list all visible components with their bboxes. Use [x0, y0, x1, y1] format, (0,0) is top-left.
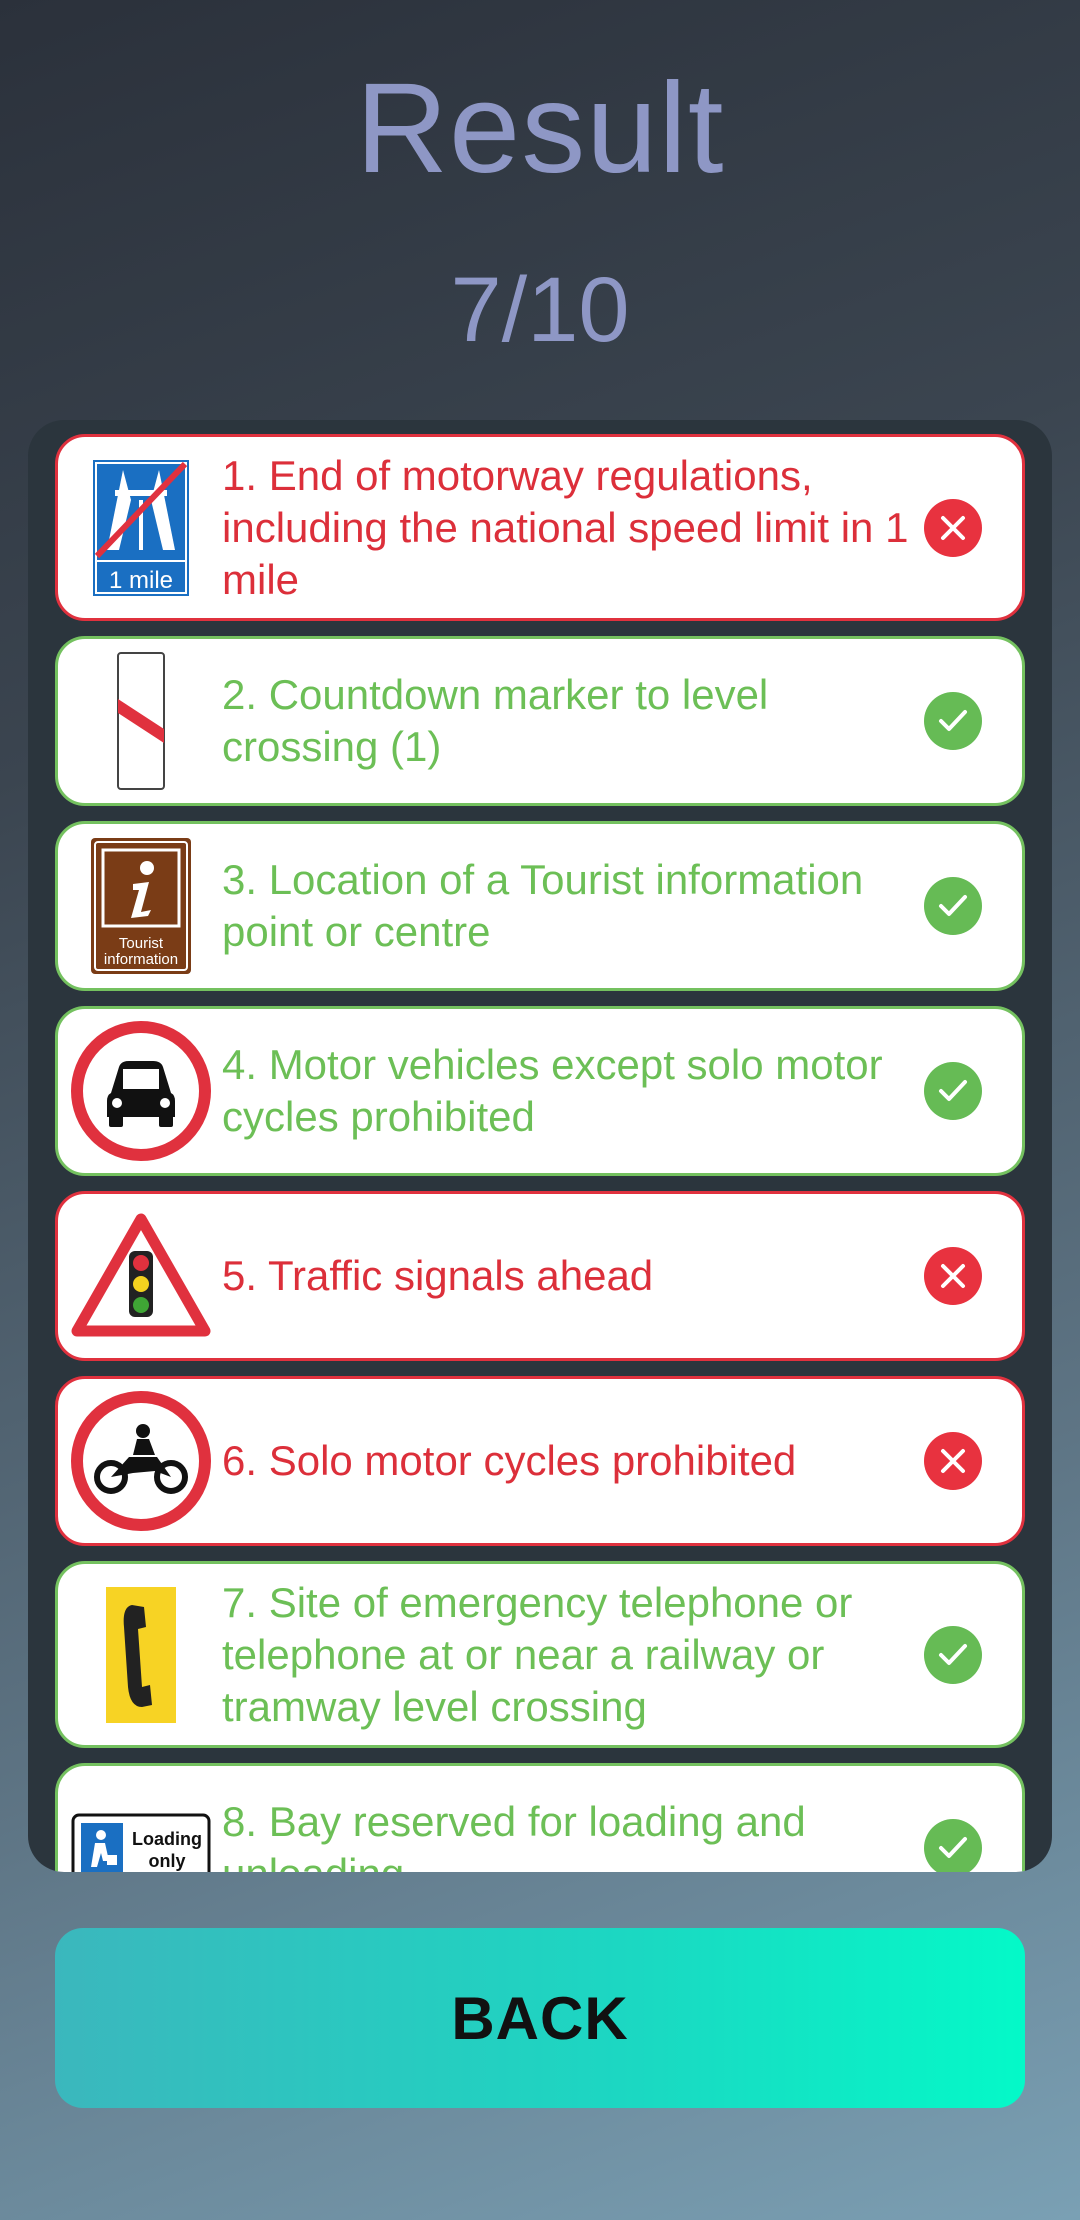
result-card-5: 5. Traffic signals ahead: [55, 1191, 1025, 1361]
result-label: 8. Bay reserved for loading and unloadin…: [222, 1798, 806, 1872]
no-motor-vehicles-sign-icon: [70, 1020, 212, 1162]
page-title: Result: [355, 57, 725, 200]
result-label: 5. Traffic signals ahead: [222, 1252, 654, 1299]
result-label: 6. Solo motor cycles prohibited: [222, 1437, 797, 1484]
back-button[interactable]: BACK: [55, 1928, 1025, 2108]
wrong-icon: [924, 1247, 982, 1305]
sign-text: 1 mile: [109, 567, 173, 594]
svg-text:Tourist: Tourist: [119, 935, 164, 952]
result-label: 4. Motor vehicles except solo motor cycl…: [222, 1041, 883, 1140]
check-icon: [924, 1062, 982, 1120]
end-of-motorway-sign-icon: 1 mile: [70, 457, 212, 599]
result-card-1: 1 mile 1. End of motorway regulations, i…: [55, 434, 1025, 621]
traffic-signals-ahead-sign-icon: [70, 1205, 212, 1347]
result-card-7: 7. Site of emergency telephone or teleph…: [55, 1561, 1025, 1748]
result-card-4: 4. Motor vehicles except solo motor cycl…: [55, 1006, 1025, 1176]
result-label: 1. End of motorway regulations, includin…: [222, 451, 909, 603]
result-label: 7. Site of emergency telephone or teleph…: [222, 1578, 853, 1730]
results-list-panel[interactable]: 1 mile 1. End of motorway regulations, i…: [28, 420, 1052, 1872]
check-icon: [924, 692, 982, 750]
score-text: 7/10: [450, 259, 630, 361]
result-card-2: 2. Countdown marker to level crossing (1…: [55, 636, 1025, 806]
result-card-3: Tourist information 3. Location of a Tou…: [55, 821, 1025, 991]
result-card-6: 6. Solo motor cycles prohibited: [55, 1376, 1025, 1546]
check-icon: [924, 877, 982, 935]
check-icon: [924, 1625, 982, 1684]
loading-bay-sign-icon: Loading only: [70, 1777, 212, 1872]
results-list: 1 mile 1. End of motorway regulations, i…: [55, 434, 1025, 1872]
svg-text:information: information: [104, 951, 178, 968]
result-label: 3. Location of a Tourist information poi…: [222, 856, 864, 955]
wrong-icon: [924, 498, 982, 557]
svg-text:Loading: Loading: [132, 1829, 202, 1849]
svg-text:only: only: [148, 1851, 185, 1871]
emergency-telephone-sign-icon: [70, 1584, 212, 1726]
wrong-icon: [924, 1432, 982, 1490]
result-label: 2. Countdown marker to level crossing (1…: [222, 671, 769, 770]
no-motorcycles-sign-icon: [70, 1390, 212, 1532]
tourist-information-sign-icon: Tourist information: [70, 835, 212, 977]
check-icon: [924, 1819, 982, 1872]
countdown-marker-sign-icon: [70, 650, 212, 792]
result-card-8: Loading only 8. Bay reserved for loading…: [55, 1763, 1025, 1872]
